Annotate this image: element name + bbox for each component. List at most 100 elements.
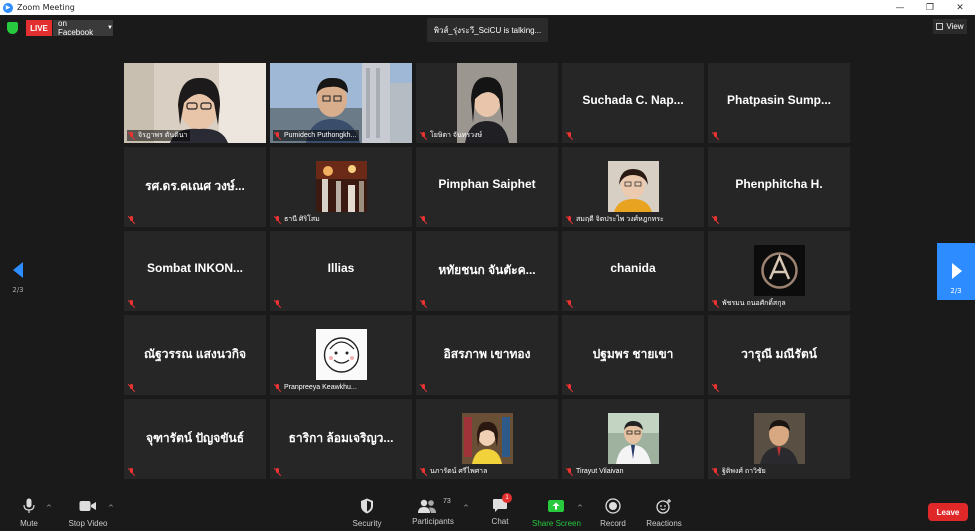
mic-muted-icon [712,467,719,476]
participant-tile[interactable]: Pumidech Puthongkh... [270,63,412,143]
view-label: View [946,22,964,31]
participant-label: Pranpreeya Keawkhu... [273,382,360,393]
live-destination-dropdown[interactable]: on Facebook ▼ [53,19,113,37]
page-indicator-right: 2/3 [950,287,962,295]
participant-label: Tirayut Vilaivan [565,466,626,477]
participant-avatar-image [754,413,805,464]
share-options-caret-icon[interactable]: ^ [577,504,583,512]
video-camera-icon [79,501,96,511]
chat-icon-group: 1 [492,493,512,514]
participant-name: Tirayut Vilaivan [576,468,624,475]
mic-muted-icon [712,215,719,224]
participant-tile[interactable]: ปฐมพร ชายเขา [562,315,704,395]
participant-avatar-image [462,413,513,464]
participant-name: พัชรมน ถนอศักดิ์สกุล [722,300,786,307]
participant-tile[interactable]: รศ.ดร.คเณศ วงษ์... [124,147,266,227]
participant-label: ธานี ศิริโสม [273,214,323,225]
record-label: Record [600,519,626,528]
participant-name: หทัยชนก จันตัะค... [438,263,536,277]
participant-label [127,214,141,225]
mic-muted-icon [420,131,427,140]
participant-label: โยษิตา จันทรวงษ์ [419,130,485,141]
live-badge: LIVE [26,20,52,36]
participant-label: Pumidech Puthongkh... [273,130,360,141]
participant-name: Suchada C. Nap... [582,93,684,107]
participant-tile[interactable]: หทัยชนก จันตัะค... [416,231,558,311]
participant-label [127,382,141,393]
live-destination-label: on Facebook [58,19,94,37]
participant-tile[interactable]: Illias [270,231,412,311]
participant-tile[interactable]: ฐิติพงศ์ ถาวิชัย [708,399,850,479]
mic-muted-icon [420,215,427,224]
page-indicator-left: 2/3 [12,286,24,294]
share-screen-button[interactable]: Share Screen [532,498,581,528]
close-icon[interactable]: ✕ [945,0,975,15]
participant-tile[interactable]: Phatpasin Sump... [708,63,850,143]
restore-icon[interactable]: ❐ [915,0,945,15]
stop-video-button[interactable]: Stop Video [67,498,109,528]
participant-name: ณัฐวรรณ แสงนวกิจ [143,347,246,361]
previous-page-button[interactable]: 2/3 [8,262,28,294]
participant-name: รศ.ดร.คเณศ วงษ์... [145,179,245,193]
arrow-right-icon [952,263,962,279]
participant-tile[interactable]: ณัฐวรรณ แสงนวกิจ [124,315,266,395]
participant-name: Pranpreeya Keawkhu... [284,384,357,391]
participant-name: chanida [610,261,656,275]
next-page-button[interactable]: 2/3 [937,243,975,300]
mic-muted-icon [128,467,135,476]
reactions-smiley-icon [656,499,671,514]
participant-label [273,466,287,477]
participant-label [419,214,433,225]
view-button[interactable]: View [933,19,967,34]
participant-tile[interactable]: นภารัตน์ ศรีไพศาล [416,399,558,479]
participant-tile[interactable]: ธานี ศิริโสม [270,147,412,227]
mic-muted-icon [128,383,135,392]
participants-label: Participants [412,517,454,526]
participant-tile[interactable]: สมฤดี จิตประไพ วงศ์หฎกทระ [562,147,704,227]
participant-tile[interactable]: โยษิตา จันทรวงษ์ [416,63,558,143]
security-button[interactable]: Security [350,498,384,528]
participant-name: Phatpasin Sump... [726,93,831,107]
participants-count: 73 [443,498,451,505]
record-button[interactable]: Record [598,498,628,528]
participant-tile[interactable]: อิสรภาพ เขาทอง [416,315,558,395]
participant-tile[interactable]: Sombat INKON... [124,231,266,311]
participant-label [565,382,579,393]
meeting-toolbar: Mute ^ Stop Video ^ Security 73 Particip… [0,490,975,531]
mic-muted-icon [274,299,281,308]
reactions-button[interactable]: Reactions [646,498,682,528]
video-options-caret-icon[interactable]: ^ [108,504,114,512]
participant-tile[interactable]: Suchada C. Nap... [562,63,704,143]
arrow-left-icon [13,262,23,278]
participant-name: สมฤดี จิตประไพ วงศ์หฎกทระ [576,216,664,223]
grid-view-icon [936,23,944,30]
participant-tile[interactable]: Pimphan Saiphet [416,147,558,227]
participant-avatar-image [608,161,659,212]
audio-options-caret-icon[interactable]: ^ [46,504,52,512]
reactions-label: Reactions [646,519,682,528]
participants-icon-group: 73 [413,498,453,514]
participants-options-caret-icon[interactable]: ^ [463,504,469,512]
record-icon [605,498,621,514]
chat-button[interactable]: 1 Chat [488,493,512,526]
encryption-shield-icon[interactable] [7,22,18,34]
participant-tile[interactable]: จิรฎาพร ตันตินา [124,63,266,143]
participant-tile[interactable]: Tirayut Vilaivan [562,399,704,479]
mic-muted-icon [566,383,573,392]
leave-button[interactable]: Leave [928,503,968,521]
minimize-icon[interactable]: — [885,0,915,15]
mute-button[interactable]: Mute [14,498,44,528]
participant-tile[interactable]: Pranpreeya Keawkhu... [270,315,412,395]
participants-button[interactable]: 73 Participants [411,498,455,526]
participant-tile[interactable]: พัชรมน ถนอศักดิ์สกุล [708,231,850,311]
mic-muted-icon [712,383,719,392]
caret-down-icon: ▼ [107,25,113,31]
participant-tile[interactable]: จุฑารัตน์ ปัญจขันธ์ [124,399,266,479]
participant-tile[interactable]: chanida [562,231,704,311]
participant-tile[interactable]: ธาริกา ล้อมเจริญว... [270,399,412,479]
participant-label: นภารัตน์ ศรีไพศาล [419,466,490,477]
mic-muted-icon [274,467,281,476]
participant-tile[interactable]: วารุณี มณีรัตน์ [708,315,850,395]
participant-avatar-image [316,329,367,380]
participant-tile[interactable]: Phenphitcha H. [708,147,850,227]
